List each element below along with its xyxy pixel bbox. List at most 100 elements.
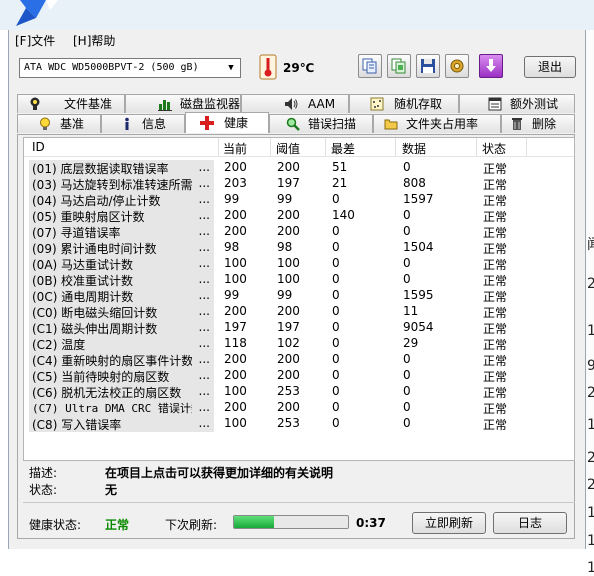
tab-disk-monitor[interactable]: 磁盘监视器 xyxy=(125,94,241,113)
column-header-data[interactable]: 数据 xyxy=(402,140,426,157)
copy-text-button[interactable] xyxy=(358,54,382,78)
attribute-name: (07) 寻道错误率 xyxy=(32,226,121,240)
tab-file-benchmark[interactable]: 文件基准 xyxy=(17,94,125,113)
table-row[interactable]: (C6) 脱机无法校正的扇区数... 100 253 0 0 正常 xyxy=(24,384,574,400)
table-row[interactable]: (0B) 校准重试计数... 100 100 0 0 正常 xyxy=(24,272,574,288)
smart-attribute-list[interactable]: ID 当前 阈值 最差 数据 状态 (01) 底层数据读取错误率... 200 20… xyxy=(23,137,575,461)
table-row[interactable]: (0C) 通电周期计数... 99 99 0 1595 正常 xyxy=(24,288,574,304)
cell-current: 200 xyxy=(224,304,247,318)
info-icon xyxy=(125,117,129,130)
cell-current: 100 xyxy=(224,256,247,270)
list-header: ID 当前 阈值 最差 数据 状态 xyxy=(24,138,574,157)
menu-file[interactable]: [F]文件 xyxy=(15,32,55,49)
table-row[interactable]: (01) 底层数据读取错误率... 200 200 51 0 正常 xyxy=(24,160,574,176)
options-button[interactable] xyxy=(445,54,469,78)
cell-current: 200 xyxy=(224,400,247,414)
menu-help[interactable]: [H]帮助 xyxy=(73,32,115,49)
drive-select[interactable]: ATA WDC WD5000BPVT-2 (500 gB) ▼ xyxy=(19,58,241,78)
tab-extra-tests[interactable]: 额外测试 xyxy=(459,94,575,113)
cell-current: 200 xyxy=(224,368,247,382)
copy-screenshot-button[interactable] xyxy=(387,54,411,78)
tab-health-label: 健康 xyxy=(224,116,249,130)
cell-status: 正常 xyxy=(483,418,508,432)
file-benchmark-icon xyxy=(30,97,40,110)
chevron-down-icon[interactable]: ▼ xyxy=(224,59,238,77)
attribute-name: (C4) 重新映射的扇区事件计数 xyxy=(32,354,192,368)
table-row[interactable]: (C4) 重新映射的扇区事件计数... 200 200 0 0 正常 xyxy=(24,352,574,368)
attribute-name: (09) 累计通电时间计数 xyxy=(32,242,157,256)
drive-select-value: ATA WDC WD5000BPVT-2 (500 gB) xyxy=(24,62,199,73)
column-header-worst[interactable]: 最差 xyxy=(331,140,355,157)
app-logo-icon xyxy=(16,0,58,26)
tab-file-benchmark-label: 文件基准 xyxy=(64,97,113,111)
tab-aam-label: AAM xyxy=(308,97,336,111)
table-row[interactable]: (05) 重映射扇区计数... 200 200 140 0 正常 xyxy=(24,208,574,224)
attribute-cell: (03) 马达旋转到标准转速所需... xyxy=(29,176,214,192)
attribute-cell: (C7) Ultra DMA CRC 错误计数... xyxy=(29,400,214,416)
cell-status: 正常 xyxy=(483,210,508,224)
cell-worst: 0 xyxy=(332,192,340,206)
tab-benchmark[interactable]: 基准 xyxy=(17,114,101,133)
attribute-ellipsis: ... xyxy=(198,176,210,190)
tab-erase[interactable]: 删除 xyxy=(501,114,575,133)
cell-data: 1595 xyxy=(403,288,434,302)
cell-worst: 0 xyxy=(332,384,340,398)
tab-health[interactable]: 健康 xyxy=(185,112,269,133)
table-row[interactable]: (03) 马达旋转到标准转速所需... 203 197 21 808 正常 xyxy=(24,176,574,192)
description-text: 在项目上点击可以获得更加详细的有关说明 xyxy=(105,466,334,480)
attribute-name: (C7) Ultra DMA CRC 错误计数 xyxy=(32,402,192,415)
table-row[interactable]: (07) 寻道错误率... 200 200 0 0 正常 xyxy=(24,224,574,240)
cell-data: 0 xyxy=(403,272,411,286)
tab-error-scan[interactable]: 错误扫描 xyxy=(269,114,373,133)
cell-data: 0 xyxy=(403,384,411,398)
attribute-ellipsis: ... xyxy=(198,416,210,430)
cell-worst: 51 xyxy=(332,160,348,174)
table-row[interactable]: (0A) 马达重试计数... 100 100 0 0 正常 xyxy=(24,256,574,272)
table-row[interactable]: (04) 马达启动/停止计数... 99 99 0 1597 正常 xyxy=(24,192,574,208)
column-header-current[interactable]: 当前 xyxy=(223,140,247,157)
cell-data: 0 xyxy=(403,368,411,382)
attribute-cell: (C5) 当前待映射的扇区数... xyxy=(29,368,214,384)
state-value: 无 xyxy=(105,483,118,497)
attribute-name: (C8) 写入错误率 xyxy=(32,418,122,432)
tab-info[interactable]: 信息 xyxy=(101,114,185,133)
cell-threshold: 200 xyxy=(277,160,300,174)
attribute-name: (05) 重映射扇区计数 xyxy=(32,210,145,224)
attribute-ellipsis: ... xyxy=(198,288,210,302)
column-header-status[interactable]: 状态 xyxy=(482,140,506,157)
cell-current: 200 xyxy=(224,208,247,222)
cell-threshold: 102 xyxy=(277,336,300,350)
table-row[interactable]: (C1) 磁头伸出周期计数... 197 197 0 9054 正常 xyxy=(24,320,574,336)
tab-aam[interactable]: AAM xyxy=(241,94,349,113)
cell-threshold: 100 xyxy=(277,256,300,270)
save-button[interactable] xyxy=(416,54,440,78)
download-arrow-icon xyxy=(486,59,496,72)
description-label: 描述: xyxy=(29,466,58,480)
cell-threshold: 253 xyxy=(277,384,300,398)
table-row[interactable]: (C7) Ultra DMA CRC 错误计数... 200 200 0 0 正常 xyxy=(24,400,574,416)
download-button[interactable] xyxy=(479,54,503,78)
cell-threshold: 200 xyxy=(277,400,300,414)
cell-threshold: 200 xyxy=(277,224,300,238)
table-row[interactable]: (C0) 断电磁头缩回计数... 200 200 0 11 正常 xyxy=(24,304,574,320)
table-row[interactable]: (C5) 当前待映射的扇区数... 200 200 0 0 正常 xyxy=(24,368,574,384)
column-header-id[interactable]: ID xyxy=(32,140,45,154)
tab-folder-usage[interactable]: 文件夹占用率 xyxy=(373,114,501,133)
cell-data: 0 xyxy=(403,400,411,414)
log-button[interactable]: 日志 xyxy=(493,512,567,534)
attribute-ellipsis: ... xyxy=(198,272,210,286)
background-text-fragment: 2 xyxy=(587,276,594,292)
table-row[interactable]: (C2) 温度... 118 102 0 29 正常 xyxy=(24,336,574,352)
table-row[interactable]: (09) 累计通电时间计数... 98 98 0 1504 正常 xyxy=(24,240,574,256)
table-row[interactable]: (C8) 写入错误率... 100 253 0 0 正常 xyxy=(24,416,574,432)
tab-random-access[interactable]: 随机存取 xyxy=(349,94,459,113)
cell-threshold: 200 xyxy=(277,352,300,366)
lightbulb-icon xyxy=(40,117,50,130)
cell-data: 11 xyxy=(403,304,419,318)
menu-bar: [F]文件 [H]帮助 xyxy=(9,30,585,50)
attribute-name: (C1) 磁头伸出周期计数 xyxy=(32,322,158,336)
column-header-threshold[interactable]: 阈值 xyxy=(276,140,300,157)
refresh-now-button[interactable]: 立即刷新 xyxy=(412,512,486,534)
exit-button[interactable]: 退出 xyxy=(524,56,576,78)
attribute-cell: (05) 重映射扇区计数... xyxy=(29,208,214,224)
